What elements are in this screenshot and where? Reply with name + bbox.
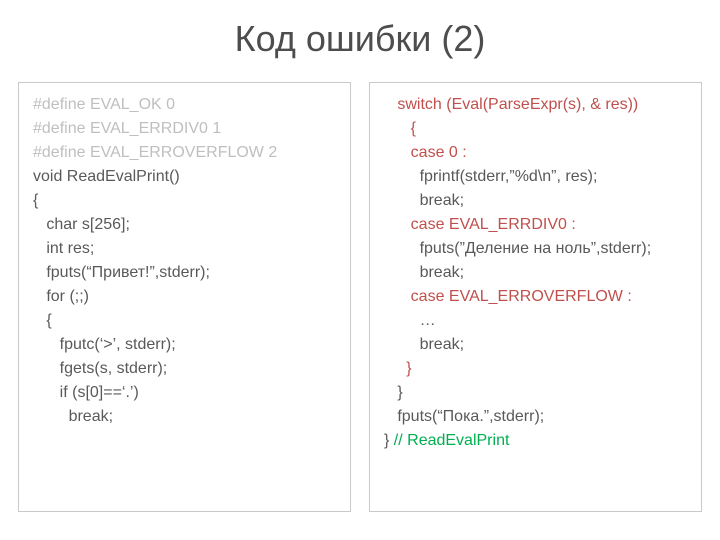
code-line: break; <box>33 405 338 429</box>
code-line: int res; <box>33 237 338 261</box>
code-line: fputs(“Привет!”,stderr); <box>33 261 338 285</box>
code-line: … <box>384 309 689 333</box>
code-line: } <box>384 357 689 381</box>
page-title: Код ошибки (2) <box>18 18 702 60</box>
code-line: case EVAL_ERROVERFLOW : <box>384 285 689 309</box>
code-line: { <box>384 117 689 141</box>
code-line: } <box>384 381 689 405</box>
code-comment: // ReadEvalPrint <box>394 432 510 449</box>
code-line: #define EVAL_OK 0 <box>33 93 338 117</box>
code-line: case 0 : <box>384 141 689 165</box>
code-line: { <box>33 189 338 213</box>
code-line: char s[256]; <box>33 213 338 237</box>
code-line: case EVAL_ERRDIV0 : <box>384 213 689 237</box>
code-line: fgets(s, stderr); <box>33 357 338 381</box>
code-line: break; <box>384 261 689 285</box>
code-line: #define EVAL_ERROVERFLOW 2 <box>33 141 338 165</box>
code-text: } <box>384 432 394 449</box>
code-line: fprintf(stderr,”%d\n”, res); <box>384 165 689 189</box>
code-line: break; <box>384 333 689 357</box>
slide: Код ошибки (2) #define EVAL_OK 0 #define… <box>0 0 720 540</box>
code-line: { <box>33 309 338 333</box>
code-line: fputc(‘>’, stderr); <box>33 333 338 357</box>
left-code-pane: #define EVAL_OK 0 #define EVAL_ERRDIV0 1… <box>18 82 351 512</box>
code-line: fputs(“Пока.”,stderr); <box>384 405 689 429</box>
code-line: fputs(”Деление на ноль”,stderr); <box>384 237 689 261</box>
columns: #define EVAL_OK 0 #define EVAL_ERRDIV0 1… <box>18 82 702 512</box>
code-line: switch (Eval(ParseExpr(s), & res)) <box>384 93 689 117</box>
code-line: for (;;) <box>33 285 338 309</box>
right-code-pane: switch (Eval(ParseExpr(s), & res)) { cas… <box>369 82 702 512</box>
code-line: } // ReadEvalPrint <box>384 429 689 453</box>
code-line: #define EVAL_ERRDIV0 1 <box>33 117 338 141</box>
code-line: void ReadEvalPrint() <box>33 165 338 189</box>
code-line: if (s[0]==‘.’) <box>33 381 338 405</box>
code-line: break; <box>384 189 689 213</box>
